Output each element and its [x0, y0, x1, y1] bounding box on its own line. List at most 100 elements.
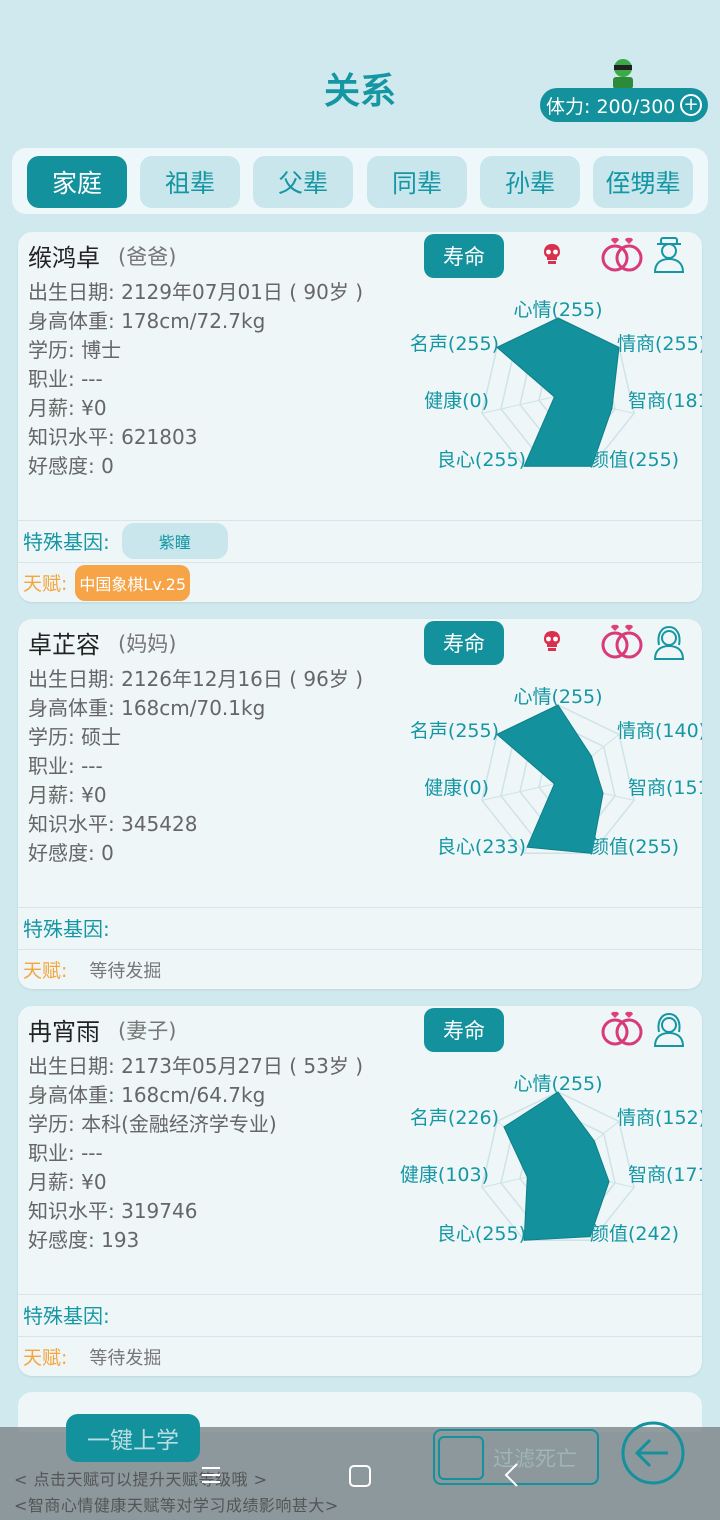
member-info: 出生日期: 2173年05月27日 ( 53岁 ) 身高体重: 168cm/64…	[28, 1052, 363, 1255]
radar-label-iq: 智商(181)	[628, 390, 702, 412]
menu-nav-icon[interactable]	[200, 1464, 222, 1486]
family-card-mother[interactable]: 卓芷容 (妈妈) 寿命 出生日期: 2126年12月16日 ( 96岁 ) 身高…	[18, 619, 702, 989]
radar-label-eq: 情商(140)	[617, 720, 702, 742]
education: 学历: 硕士	[28, 725, 122, 749]
radar-label-iq: 智商(151)	[628, 777, 702, 799]
radar-value-polygon	[496, 704, 604, 854]
birth-date: 出生日期: 2126年12月16日 ( 96岁 )	[28, 667, 364, 691]
radar-label-looks: 颜值(242)	[590, 1223, 679, 1245]
radar-label-fame: 名声(255)	[410, 333, 499, 355]
relation-tabs: 家庭 祖辈 父辈 同辈 孙辈 侄甥辈	[12, 148, 708, 214]
radar-label-conscience: 良心(255)	[437, 449, 526, 471]
player-avatar-icon[interactable]	[608, 58, 638, 90]
attribute-radar-chart: 心情(255) 情商(140) 智商(151) 颜值(255) 良心(233) …	[410, 686, 702, 858]
job: 职业: ---	[28, 1141, 103, 1165]
stamina-bar: 体力: 200/300 +	[540, 88, 708, 122]
knowledge: 知识水平: 345428	[28, 812, 198, 836]
favorability: 好感度: 0	[28, 454, 114, 478]
radar-label-looks: 颜值(255)	[590, 449, 679, 471]
special-gene-row: 特殊基因:	[18, 1294, 702, 1334]
radar-label-conscience: 良心(233)	[437, 836, 526, 858]
education: 学历: 本科(金融经济学专业)	[28, 1112, 277, 1136]
birth-date: 出生日期: 2129年07月01日 ( 90岁 )	[28, 280, 364, 304]
talent-label: 天赋:	[23, 960, 68, 982]
radar-label-mood: 心情(255)	[513, 1073, 602, 1095]
marriage-rings-icon	[601, 1011, 643, 1046]
member-info: 出生日期: 2126年12月16日 ( 96岁 ) 身高体重: 168cm/70…	[28, 665, 363, 868]
gene-label: 特殊基因:	[23, 530, 110, 554]
stamina-text: 体力: 200/300	[546, 95, 676, 118]
tab-nephews[interactable]: 侄甥辈	[593, 156, 693, 208]
tab-grandchildren[interactable]: 孙辈	[480, 156, 580, 208]
salary: 月薪: ¥0	[28, 396, 107, 420]
radar-label-fame: 名声(226)	[410, 1107, 499, 1129]
add-stamina-button[interactable]: +	[680, 94, 702, 116]
special-gene-row: 特殊基因:	[18, 907, 702, 947]
radar-value-polygon	[503, 1091, 610, 1241]
male-avatar-icon	[653, 237, 685, 273]
family-card-wife[interactable]: 冉宵雨 (妻子) 寿命 出生日期: 2173年05月27日 ( 53岁 ) 身高…	[18, 1006, 702, 1376]
knowledge: 知识水平: 319746	[28, 1199, 198, 1223]
gene-chip[interactable]: 紫瞳	[121, 522, 228, 559]
marriage-rings-icon	[601, 624, 643, 659]
lifespan-button[interactable]: 寿命	[424, 621, 504, 665]
talent-pending: 等待发掘	[89, 960, 162, 982]
talent-chip[interactable]: 中国象棋Lv.25	[75, 564, 190, 601]
skull-icon	[544, 244, 560, 264]
radar-label-mood: 心情(255)	[513, 686, 602, 708]
favorability: 好感度: 0	[28, 841, 114, 865]
radar-label-iq: 智商(171)	[628, 1164, 702, 1186]
family-card-father[interactable]: 缑鸿卓 (爸爸) 寿命 出生日期: 2129年07月01日 ( 90岁 ) 身高…	[18, 232, 702, 602]
salary: 月薪: ¥0	[28, 783, 107, 807]
hint-study: <智商心情健康天赋等对学习成绩影响甚大>	[14, 1496, 339, 1515]
job: 职业: ---	[28, 367, 103, 391]
radar-label-health: 健康(0)	[424, 777, 489, 799]
tab-grandparents[interactable]: 祖辈	[140, 156, 240, 208]
attribute-radar-chart: 心情(255) 情商(255) 智商(181) 颜值(255) 良心(255) …	[410, 299, 702, 471]
female-avatar-icon	[653, 625, 685, 660]
radar-label-health: 健康(0)	[424, 390, 489, 412]
talent-label: 天赋:	[23, 573, 68, 595]
radar-label-eq: 情商(152)	[617, 1107, 702, 1129]
hint-talent: < 点击天赋可以提升天赋等级哦 >	[14, 1470, 268, 1489]
lifespan-button[interactable]: 寿命	[424, 234, 504, 278]
radar-label-conscience: 良心(255)	[437, 1223, 526, 1245]
tab-family[interactable]: 家庭	[27, 156, 127, 208]
height-weight: 身高体重: 178cm/72.7kg	[28, 309, 266, 333]
tab-peers[interactable]: 同辈	[367, 156, 467, 208]
salary: 月薪: ¥0	[28, 1170, 107, 1194]
talent-row: 天赋: 等待发掘	[18, 949, 702, 989]
special-gene-row: 特殊基因: 紫瞳	[18, 520, 702, 560]
gene-label: 特殊基因:	[23, 1304, 110, 1328]
radar-value-polygon	[496, 317, 620, 467]
member-name: 冉宵雨	[28, 1018, 100, 1046]
radar-label-health: 健康(103)	[400, 1164, 489, 1186]
talent-row: 天赋: 中国象棋Lv.25	[18, 562, 702, 602]
birth-date: 出生日期: 2173年05月27日 ( 53岁 )	[28, 1054, 364, 1078]
filter-checkbox[interactable]	[438, 1436, 484, 1480]
favorability: 好感度: 193	[28, 1228, 140, 1252]
attribute-radar-chart: 心情(255) 情商(152) 智商(171) 颜值(242) 良心(255) …	[400, 1073, 702, 1245]
back-nav-icon[interactable]	[502, 1462, 520, 1488]
knowledge: 知识水平: 621803	[28, 425, 198, 449]
home-nav-icon[interactable]	[348, 1464, 372, 1488]
talent-row: 天赋: 等待发掘	[18, 1336, 702, 1376]
member-relation: (爸爸)	[118, 245, 177, 269]
member-relation: (妈妈)	[118, 632, 177, 656]
talent-label: 天赋:	[23, 1347, 68, 1369]
education: 学历: 博士	[28, 338, 122, 362]
height-weight: 身高体重: 168cm/64.7kg	[28, 1083, 266, 1107]
female-avatar-icon	[653, 1012, 685, 1047]
member-relation: (妻子)	[118, 1019, 177, 1043]
height-weight: 身高体重: 168cm/70.1kg	[28, 696, 266, 720]
job: 职业: ---	[28, 754, 103, 778]
radar-label-eq: 情商(255)	[617, 333, 702, 355]
one-click-school-button[interactable]: 一键上学	[66, 1414, 200, 1462]
member-name: 缑鸿卓	[28, 244, 100, 272]
back-arrow-button[interactable]	[620, 1420, 686, 1486]
member-info: 出生日期: 2129年07月01日 ( 90岁 ) 身高体重: 178cm/72…	[28, 278, 363, 481]
tab-parents[interactable]: 父辈	[253, 156, 353, 208]
lifespan-button[interactable]: 寿命	[424, 1008, 504, 1052]
skull-icon	[544, 631, 560, 651]
radar-label-fame: 名声(255)	[410, 720, 499, 742]
